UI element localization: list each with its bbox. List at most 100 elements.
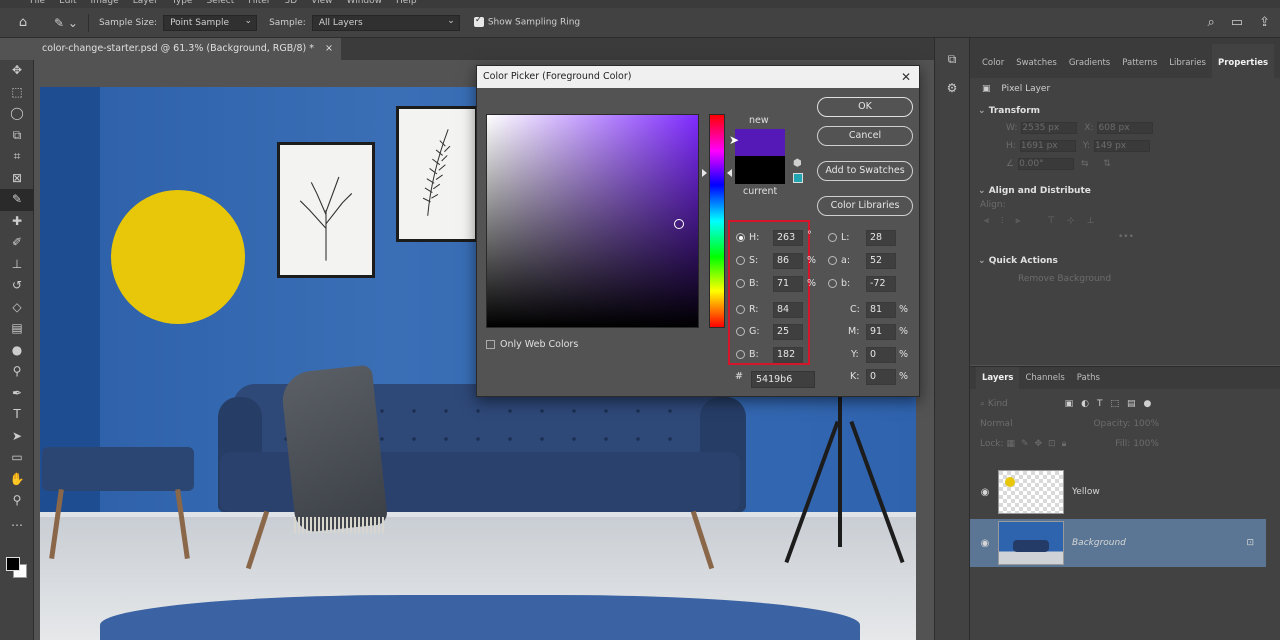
menu-image[interactable]: Image <box>91 0 119 8</box>
menu-select[interactable]: Select <box>206 0 234 8</box>
saturation-input[interactable]: 86 <box>773 253 803 269</box>
eraser-tool-icon[interactable]: ◇ <box>0 297 34 319</box>
red-input[interactable]: 84 <box>773 302 803 318</box>
checkbox-icon[interactable] <box>486 340 495 349</box>
a-input[interactable]: 52 <box>866 253 896 269</box>
marquee-tool-icon[interactable]: ⬚ <box>0 82 34 104</box>
eyedropper-preset-icon[interactable]: ✎ ⌄ <box>54 16 78 30</box>
search-icon[interactable]: ⌕ <box>1208 15 1215 30</box>
align-distribute-section-title[interactable]: Align and Distribute <box>970 170 1280 196</box>
blue-radio[interactable]: B: <box>736 347 759 363</box>
color-selector-ring[interactable] <box>674 219 684 229</box>
adjustments-panel-icon[interactable]: ⚙ <box>935 81 969 95</box>
hue-radio[interactable]: H: <box>736 230 759 246</box>
radio-icon[interactable] <box>828 233 837 242</box>
brightness-radio[interactable]: B: <box>736 276 759 292</box>
radio-icon[interactable] <box>828 256 837 265</box>
type-filter-icon[interactable]: T <box>1097 399 1111 409</box>
filter-toggle-icon[interactable]: ● <box>1144 399 1160 409</box>
foreground-color-swatch[interactable] <box>6 557 20 571</box>
current-color-swatch[interactable] <box>735 156 785 184</box>
shape-filter-icon[interactable]: ⬚ <box>1111 399 1128 409</box>
radio-icon[interactable] <box>736 327 745 336</box>
sample-dropdown[interactable]: All Layers <box>311 14 460 31</box>
more-align-options[interactable]: ••• <box>970 226 1280 242</box>
radio-icon[interactable] <box>736 350 745 359</box>
b-lab-radio[interactable]: b: <box>828 276 850 292</box>
close-tab-icon[interactable]: × <box>325 43 333 54</box>
tab-channels[interactable]: Channels <box>1019 367 1070 389</box>
smart-object-filter-icon[interactable]: ▤ <box>1127 399 1144 409</box>
lock-pixels-icon[interactable]: ✎ <box>1021 439 1035 449</box>
saturation-brightness-field[interactable] <box>486 114 699 328</box>
align-top-icon[interactable]: ⊤ <box>1047 216 1067 226</box>
flip-horizontal-icon[interactable]: ⇆ <box>1081 159 1089 169</box>
share-icon[interactable]: ⇪ <box>1259 15 1270 30</box>
eyedropper-tool-icon[interactable]: ✎ <box>0 189 34 211</box>
opacity-value[interactable]: 100% <box>1133 419 1159 429</box>
more-tools-icon[interactable]: … <box>0 512 34 534</box>
home-icon[interactable]: ⌂ <box>10 15 36 30</box>
yellow-input[interactable]: 0 <box>866 347 896 363</box>
crop-tool-icon[interactable]: ⌗ <box>0 146 34 168</box>
remove-background-button[interactable]: Remove Background <box>970 266 1280 284</box>
radio-icon[interactable] <box>736 279 745 288</box>
menu-filter[interactable]: Filter <box>248 0 270 8</box>
align-middle-icon[interactable]: ⊹ <box>1067 216 1087 226</box>
menu-window[interactable]: Window <box>347 0 383 8</box>
hand-tool-icon[interactable]: ✋ <box>0 469 34 491</box>
path-select-tool-icon[interactable]: ➤ <box>0 426 34 448</box>
ok-button[interactable]: OK <box>817 97 913 117</box>
checkbox-icon[interactable] <box>473 15 484 28</box>
black-input[interactable]: 0 <box>866 369 896 385</box>
radio-icon[interactable] <box>736 305 745 314</box>
tab-color[interactable]: Color <box>976 58 1010 78</box>
y-field[interactable]: 149 px <box>1094 140 1151 152</box>
adjustment-filter-icon[interactable]: ◐ <box>1081 399 1097 409</box>
layer-row-background[interactable]: ◉ Background ⊡ <box>970 519 1266 567</box>
lock-transparent-icon[interactable]: ▦ <box>1006 439 1021 449</box>
object-select-tool-icon[interactable]: ⧉ <box>0 125 34 147</box>
saturation-radio[interactable]: S: <box>736 253 758 269</box>
cancel-button[interactable]: Cancel <box>817 126 913 146</box>
layer-kind-filter[interactable]: Kind <box>988 399 1008 409</box>
tab-properties[interactable]: Properties <box>1211 44 1275 78</box>
document-tab[interactable]: color-change-starter.psd @ 61.3% (Backgr… <box>34 38 341 60</box>
lightness-input[interactable]: 28 <box>866 230 896 246</box>
tab-libraries[interactable]: Libraries <box>1163 58 1212 78</box>
brush-tool-icon[interactable]: ✐ <box>0 232 34 254</box>
lock-all-icon[interactable]: 🔒︎ <box>1062 439 1073 449</box>
eye-icon[interactable]: ◉ <box>972 487 998 498</box>
add-to-swatches-button[interactable]: Add to Swatches <box>817 161 913 181</box>
pen-tool-icon[interactable]: ✒ <box>0 383 34 405</box>
blur-tool-icon[interactable]: ● <box>0 340 34 362</box>
radio-icon[interactable] <box>736 233 745 242</box>
menu-view[interactable]: View <box>311 0 332 8</box>
tab-patterns[interactable]: Patterns <box>1116 58 1163 78</box>
frame-tool-icon[interactable]: ⊠ <box>0 168 34 190</box>
quick-actions-section-title[interactable]: Quick Actions <box>970 242 1280 266</box>
a-radio[interactable]: a: <box>828 253 850 269</box>
healing-brush-tool-icon[interactable]: ✚ <box>0 211 34 233</box>
lock-position-icon[interactable]: ✥ <box>1035 439 1049 449</box>
dodge-tool-icon[interactable]: ⚲ <box>0 361 34 383</box>
workspace-icon[interactable]: ▭ <box>1231 15 1243 30</box>
hue-slider-left-arrow[interactable] <box>702 169 707 177</box>
color-libraries-button[interactable]: Color Libraries <box>817 196 913 216</box>
menu-layer[interactable]: Layer <box>133 0 158 8</box>
tab-gradients[interactable]: Gradients <box>1063 58 1116 78</box>
menu-type[interactable]: Type <box>172 0 193 8</box>
menu-edit[interactable]: Edit <box>59 0 76 8</box>
search-icon[interactable]: ⌕ <box>980 399 985 409</box>
transform-section-title[interactable]: Transform <box>970 94 1280 116</box>
show-sampling-ring-toggle[interactable]: Show Sampling Ring <box>473 15 580 28</box>
close-icon[interactable]: ✕ <box>901 66 911 88</box>
fill-value[interactable]: 100% <box>1133 439 1159 449</box>
move-tool-icon[interactable]: ✥ <box>0 60 34 82</box>
rectangle-tool-icon[interactable]: ▭ <box>0 447 34 469</box>
x-field[interactable]: 608 px <box>1097 122 1154 134</box>
gradient-tool-icon[interactable]: ▤ <box>0 318 34 340</box>
h-field[interactable]: 1691 px <box>1019 140 1076 152</box>
hue-slider[interactable] <box>709 114 725 328</box>
tab-layers[interactable]: Layers <box>976 367 1020 389</box>
